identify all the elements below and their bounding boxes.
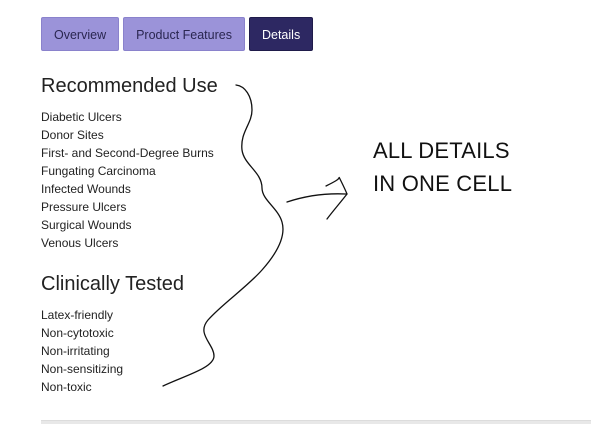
bottom-divider <box>41 420 591 424</box>
hand-drawn-brace-annotation <box>162 84 348 387</box>
arrow-shaft <box>286 193 347 203</box>
arrow-head-lower <box>326 193 348 220</box>
curly-brace-stroke <box>162 84 284 387</box>
product-details-page: Overview Product Features Details Recomm… <box>0 0 591 424</box>
arrow-head-upper <box>325 176 348 195</box>
note-line-2: IN ONE CELL <box>373 171 513 196</box>
handwritten-note: ALL DETAILS IN ONE CELL <box>373 134 512 200</box>
note-line-1: ALL DETAILS <box>373 138 510 163</box>
